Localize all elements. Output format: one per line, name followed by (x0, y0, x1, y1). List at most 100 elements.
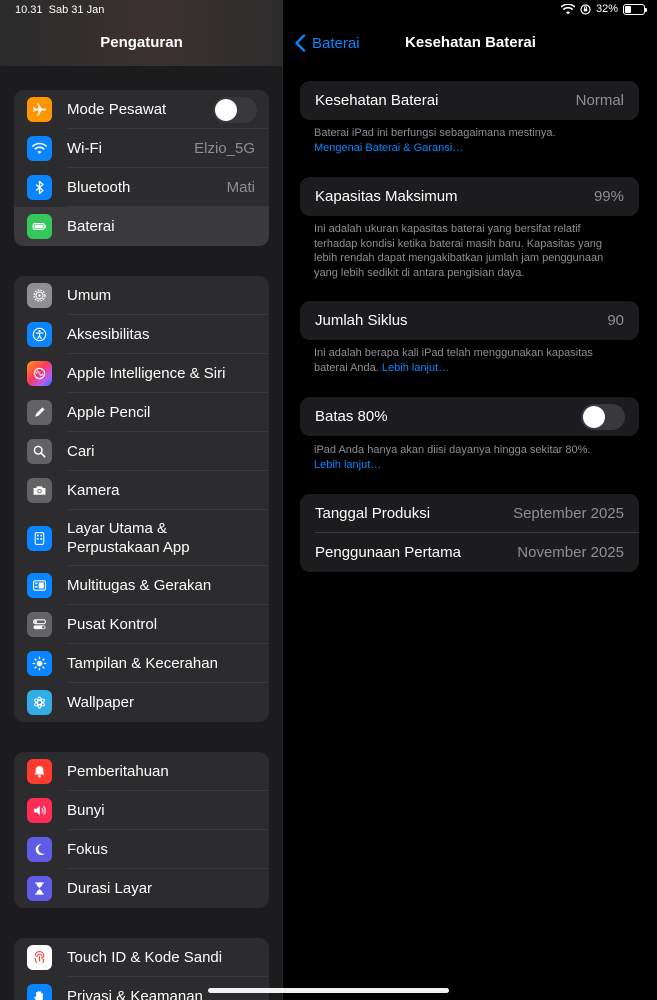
home-screen-icon (27, 525, 52, 551)
first-use-row: Penggunaan Pertama November 2025 (300, 533, 639, 572)
manufacture-date-label: Tanggal Produksi (315, 505, 431, 522)
sidebar: Pengaturan Mode Pesawat Wi-Fi Elzio_5G B… (0, 0, 283, 1000)
battery-health-row: Kesehatan Baterai Normal (300, 81, 639, 120)
sidebar-item-label: Pemberitahuan (67, 763, 169, 780)
maximum-capacity-footer: Ini adalah ukuran kapasitas baterai yang… (314, 223, 604, 279)
sidebar-item-search[interactable]: Cari (14, 432, 269, 471)
sidebar-group-general: Umum Aksesibilitas Apple Intelligence & … (14, 276, 269, 722)
battery-percent: 32% (595, 3, 618, 15)
orientation-lock-icon (580, 3, 591, 15)
sidebar-item-wifi[interactable]: Wi-Fi Elzio_5G (14, 129, 269, 168)
sidebar-item-label: Aksesibilitas (67, 326, 150, 343)
sidebar-item-notifications[interactable]: Pemberitahuan (14, 752, 269, 791)
brightness-icon (27, 651, 52, 676)
status-time-date: 10.31 Sab 31 Jan (15, 4, 105, 16)
sidebar-group-connectivity: Mode Pesawat Wi-Fi Elzio_5G Bluetooth Ma… (14, 90, 269, 246)
sidebar-item-label: Touch ID & Kode Sandi (67, 949, 223, 966)
sidebar-item-label: Privasi & Keamanan (67, 988, 203, 1000)
multitasking-icon (27, 573, 52, 598)
fingerprint-icon (27, 945, 52, 970)
sidebar-item-airplane-mode[interactable]: Mode Pesawat (14, 90, 269, 129)
charge-limit-label: Batas 80% (315, 408, 388, 425)
status-right: 32% (560, 3, 647, 15)
sidebar-item-battery[interactable]: Baterai (14, 207, 269, 246)
bluetooth-status-value: Mati (226, 179, 255, 196)
sidebar-item-display-brightness[interactable]: Tampilan & Kecerahan (14, 644, 269, 683)
sidebar-item-label: Multitugas & Gerakan (67, 577, 212, 594)
battery-warranty-link[interactable]: Mengenai Baterai & Garansi… (314, 142, 463, 154)
charge-limit-footer: iPad Anda hanya akan diisi dayanya hingg… (314, 444, 591, 471)
status-bar: 10.31 Sab 31 Jan 32% (0, 0, 657, 20)
sidebar-item-label: Umum (67, 287, 112, 304)
charge-limit-toggle[interactable] (581, 403, 625, 430)
maximum-capacity-label: Kapasitas Maksimum (315, 188, 458, 205)
wifi-status-icon (560, 3, 575, 14)
charge-limit-learn-more-link[interactable]: Lebih lanjut… (314, 459, 381, 471)
sidebar-item-camera[interactable]: Kamera (14, 471, 269, 510)
battery-icon (27, 214, 52, 239)
sidebar-item-apple-pencil[interactable]: Apple Pencil (14, 393, 269, 432)
sidebar-item-label: Tampilan & Kecerahan (67, 655, 218, 672)
gear-icon (27, 283, 52, 308)
search-icon (27, 439, 52, 464)
camera-icon (27, 478, 52, 503)
control-center-icon (27, 612, 52, 637)
sidebar-item-control-center[interactable]: Pusat Kontrol (14, 605, 269, 644)
sound-icon (27, 798, 52, 823)
sidebar-item-accessibility[interactable]: Aksesibilitas (14, 315, 269, 354)
cycle-count-card: Jumlah Siklus 90 (300, 301, 639, 340)
sidebar-item-label: Layar Utama & Perpustakaan App (67, 520, 190, 556)
siri-icon (27, 361, 52, 386)
wifi-network-value: Elzio_5G (194, 140, 255, 157)
battery-dates-card: Tanggal Produksi September 2025 Pengguna… (300, 494, 639, 572)
manufacture-date-row: Tanggal Produksi September 2025 (300, 494, 639, 533)
hourglass-icon (27, 876, 52, 901)
sidebar-item-screen-time[interactable]: Durasi Layar (14, 869, 269, 908)
cycle-count-label: Jumlah Siklus (315, 312, 408, 329)
cycle-count-footer: Ini adalah berapa kali iPad telah menggu… (314, 347, 593, 374)
sidebar-item-wallpaper[interactable]: Wallpaper (14, 683, 269, 722)
battery-health-footer: Baterai iPad ini berfungsi sebagaimana m… (314, 127, 556, 154)
sidebar-item-sounds[interactable]: Bunyi (14, 791, 269, 830)
sidebar-item-label: Bluetooth (67, 179, 131, 196)
page-title: Kesehatan Baterai (405, 34, 536, 51)
sidebar-item-multitasking[interactable]: Multitugas & Gerakan (14, 566, 269, 605)
maximum-capacity-value: 99% (593, 188, 624, 205)
sidebar-item-home-screen-app-library[interactable]: Layar Utama & Perpustakaan App (14, 510, 269, 566)
bluetooth-icon (27, 175, 52, 200)
sidebar-item-bluetooth[interactable]: Bluetooth Mati (14, 168, 269, 207)
battery-health-card: Kesehatan Baterai Normal (300, 81, 639, 120)
sidebar-item-general[interactable]: Umum (14, 276, 269, 315)
sidebar-item-label: Wi-Fi (67, 140, 102, 157)
sidebar-item-label: Baterai (67, 218, 115, 235)
accessibility-icon (27, 322, 52, 347)
sidebar-item-label: Apple Pencil (67, 404, 151, 421)
maximum-capacity-row: Kapasitas Maksimum 99% (300, 177, 639, 216)
cycle-learn-more-link[interactable]: Lebih lanjut… (382, 362, 449, 374)
sidebar-item-focus[interactable]: Fokus (14, 830, 269, 869)
sidebar-item-label: Apple Intelligence & Siri (67, 365, 226, 382)
sidebar-item-label: Durasi Layar (67, 880, 153, 897)
privacy-hand-icon (27, 984, 52, 1000)
battery-health-value: Normal (575, 92, 624, 109)
sidebar-title: Pengaturan (100, 34, 183, 51)
sidebar-item-label: Mode Pesawat (67, 101, 167, 118)
home-indicator[interactable] (208, 988, 449, 993)
sidebar-item-label: Wallpaper (67, 694, 134, 711)
charge-limit-row: Batas 80% (300, 397, 639, 436)
sidebar-item-label: Fokus (67, 841, 108, 858)
battery-health-label: Kesehatan Baterai (315, 92, 439, 109)
detail-pane: Baterai Kesehatan Baterai Kesehatan Bate… (284, 0, 657, 1000)
sidebar-item-touch-id-passcode[interactable]: Touch ID & Kode Sandi (14, 938, 269, 977)
sidebar-item-apple-intelligence-siri[interactable]: Apple Intelligence & Siri (14, 354, 269, 393)
sidebar-item-label: Bunyi (67, 802, 105, 819)
sidebar-item-label: Pusat Kontrol (67, 616, 158, 633)
airplane-mode-toggle[interactable] (213, 96, 257, 123)
wifi-icon (27, 136, 52, 161)
battery-status-icon (623, 3, 647, 15)
notifications-icon (27, 759, 52, 784)
sidebar-item-label: Kamera (67, 482, 120, 499)
focus-moon-icon (27, 837, 52, 862)
pencil-icon (27, 400, 52, 425)
manufacture-date-value: September 2025 (513, 505, 624, 522)
